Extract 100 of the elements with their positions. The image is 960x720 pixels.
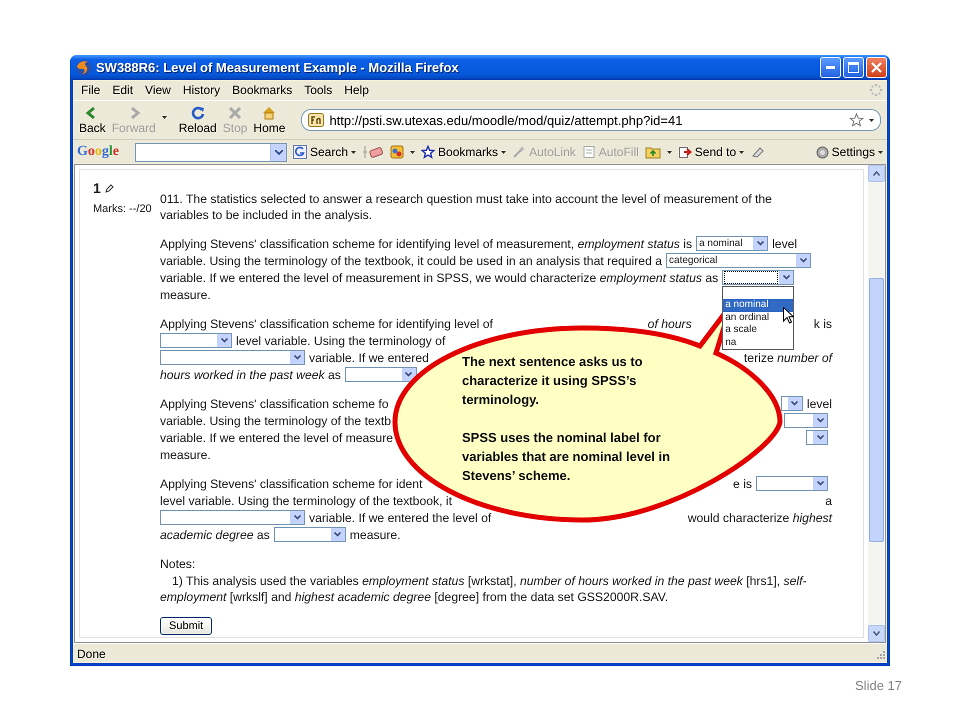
marks-label: Marks: --/20 (93, 203, 153, 215)
question-text: would characterize highest (688, 510, 832, 524)
chevron-down-icon (294, 515, 300, 520)
toolbar-button[interactable]: Bookmarks (421, 145, 506, 159)
dropdown-arrow-icon (501, 150, 506, 154)
star-icon (421, 145, 436, 159)
home-icon (262, 106, 276, 120)
dropdown-arrow-icon[interactable] (162, 116, 167, 118)
dropdown-option[interactable]: a nominal (723, 299, 794, 312)
scrollbar[interactable] (868, 165, 885, 642)
question-text: level (806, 396, 832, 410)
toolbar-button[interactable]: Search (293, 145, 356, 159)
search-field[interactable] (135, 142, 287, 162)
question-text: Applying Stevens' classification scheme for ident (160, 476, 422, 490)
question-text: variable. Using the terminology of the textb (160, 414, 392, 428)
question-text: Applying Stevens' classification scheme for identifying level of (160, 316, 493, 330)
slide-number: Slide 17 (855, 678, 902, 693)
dropdown-field[interactable] (780, 396, 803, 411)
close-button[interactable] (866, 57, 887, 78)
question-text: level variable. Using the terminology of the textbook, it (160, 494, 452, 508)
dropdown-field[interactable]: a nominal (696, 236, 768, 251)
question-text: Applying Stevens' classification scheme for identifying level of measurement, employment status is (160, 236, 692, 250)
chevron-down-icon (220, 338, 228, 343)
question-text: variable. If we entered the level of (309, 510, 492, 524)
toolbar-button[interactable]: Send to (678, 145, 744, 159)
maximize-button[interactable] (843, 57, 864, 78)
close-icon (871, 62, 882, 73)
address-field[interactable]: http://psti.sw.utexas.edu/moodle/mod/quiz/attempt.php?id=41 (301, 109, 881, 131)
search-icon (293, 145, 307, 159)
dropdown-field[interactable] (784, 413, 828, 428)
question-text: measure. (160, 448, 211, 462)
menu-item[interactable]: Edit (106, 82, 140, 98)
dropdown-field[interactable] (806, 430, 828, 445)
loading-indicator-icon (869, 83, 883, 97)
dropdown-field[interactable] (344, 367, 417, 382)
question-text: k is (814, 316, 832, 330)
wand-icon (512, 145, 526, 159)
dropdown-field[interactable] (160, 510, 305, 525)
chevron-down-icon (294, 355, 300, 360)
toolbar-button[interactable]: Back (77, 106, 108, 134)
menu-item[interactable]: File (75, 82, 106, 98)
chevron-down-icon (791, 401, 798, 406)
minimize-button[interactable] (820, 57, 841, 78)
question-text: variable. Using the terminology of the textbook, it could be used in an analysis that required a (160, 254, 662, 268)
submit-button[interactable]: Submit (160, 617, 212, 635)
chevron-down-icon (800, 258, 807, 263)
dropdown-arrow-icon (739, 150, 744, 154)
scroll-up-icon (873, 171, 880, 176)
dropdown-option[interactable]: na (723, 336, 794, 349)
question-text: Applying Stevens' classification scheme fo (160, 396, 389, 410)
scroll-down-icon (873, 631, 880, 636)
dropdown-field[interactable] (160, 333, 232, 348)
question-text: variable. If we entered (309, 350, 429, 364)
dropdown-field[interactable] (756, 476, 828, 491)
question-text: a (825, 494, 832, 508)
dropdown-arrow-icon[interactable] (666, 150, 672, 154)
question-text: variable. If we entered the level of measurement in SPSS, we would characterize employment status as (160, 270, 718, 284)
dropdown-arrow-icon (878, 150, 883, 154)
callout-text: SPSS uses the nominal label for variables that are nominal level in Stevens’ scheme. (462, 429, 672, 485)
chevron-down-icon (274, 150, 282, 154)
toolbar-button[interactable]: Reload (176, 106, 219, 134)
maximize-icon (848, 62, 859, 73)
chevron-down-icon (816, 481, 824, 486)
question-text: measure. (160, 288, 211, 302)
bookmark-star-icon[interactable] (849, 113, 864, 127)
question-text: level variable. Using the terminology of (236, 334, 446, 348)
site-icon (308, 113, 324, 127)
chevron-down-icon (816, 435, 824, 440)
dropdown-arrow-icon[interactable] (410, 150, 416, 154)
notes-heading: Notes: (160, 556, 196, 572)
menu-item[interactable]: Tools (298, 82, 338, 98)
status-text: Done (77, 646, 107, 660)
pencil-icon[interactable] (104, 184, 114, 192)
toolbar-button[interactable]: Home (251, 106, 288, 134)
dropdown-field[interactable] (160, 350, 305, 365)
dropdown-option[interactable]: a scale (723, 324, 794, 336)
question-text: terize number of (744, 350, 832, 364)
question-text: academic degree as (160, 528, 270, 542)
form-icon (582, 145, 596, 159)
dropdown-arrow-icon (351, 150, 356, 154)
chevron-down-icon (334, 532, 342, 537)
dropdown-field[interactable]: categorical (666, 253, 812, 268)
window-title: SW388R6: Level of Measurement Example - Mozilla Firefox (96, 60, 459, 75)
dropdown-arrow-icon[interactable] (869, 118, 874, 122)
menu-item[interactable]: Help (338, 82, 375, 98)
eraser-icon[interactable] (750, 145, 764, 159)
dropdown-field[interactable] (274, 527, 346, 542)
question-number: 1 (93, 180, 101, 196)
menu-item[interactable]: Bookmarks (226, 82, 298, 98)
settings-button[interactable]: Settings (816, 145, 883, 159)
chevron-down-icon (816, 418, 824, 423)
resize-grip-icon[interactable] (875, 648, 885, 658)
menu-item[interactable]: View (139, 82, 177, 98)
chevron-down-icon (756, 241, 764, 246)
scrollbar-thumb[interactable] (869, 278, 884, 542)
dropdown-field[interactable] (722, 270, 794, 285)
toolbar-logo: Google (77, 144, 119, 160)
folder-icon[interactable] (644, 145, 661, 159)
menu-item[interactable]: History (176, 82, 226, 98)
reload-icon (190, 106, 205, 120)
